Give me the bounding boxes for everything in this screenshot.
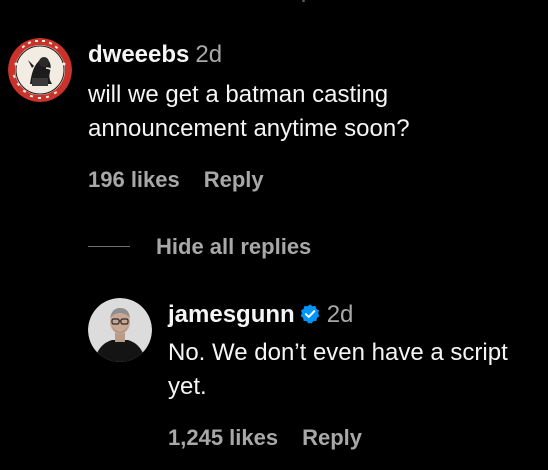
reply-button[interactable]: Reply	[302, 425, 362, 450]
comment-actions: 1,245 likes Reply	[168, 424, 362, 452]
avatar[interactable]	[8, 38, 72, 102]
reply-button[interactable]: Reply	[204, 167, 264, 192]
hide-replies-button[interactable]: Hide all replies	[156, 233, 311, 261]
avatar[interactable]	[88, 298, 152, 362]
timestamp: 2d	[326, 301, 354, 328]
likes-count-link[interactable]: 1,245 likes	[168, 425, 278, 450]
comment-text: No. We don’t even have a script yet.	[168, 339, 508, 400]
profile-photo-icon	[88, 298, 152, 362]
verified-badge-icon	[299, 303, 321, 333]
comment-text: will we get a batman casting announcemen…	[88, 81, 410, 142]
username-link[interactable]: jamesgunn	[168, 301, 295, 328]
comment-header: dweeebs 2d	[88, 40, 222, 70]
timestamp: 2d	[195, 41, 223, 68]
replies-divider-line	[88, 246, 130, 247]
username-link[interactable]: dweeebs	[88, 41, 189, 68]
comment-header: jamesgunn 2d	[168, 300, 353, 333]
scroll-edge-mark	[302, 0, 305, 2]
logo-badge-icon	[8, 38, 72, 102]
likes-count-link[interactable]: 196 likes	[88, 167, 180, 192]
comment-actions: 196 likes Reply	[88, 166, 264, 194]
